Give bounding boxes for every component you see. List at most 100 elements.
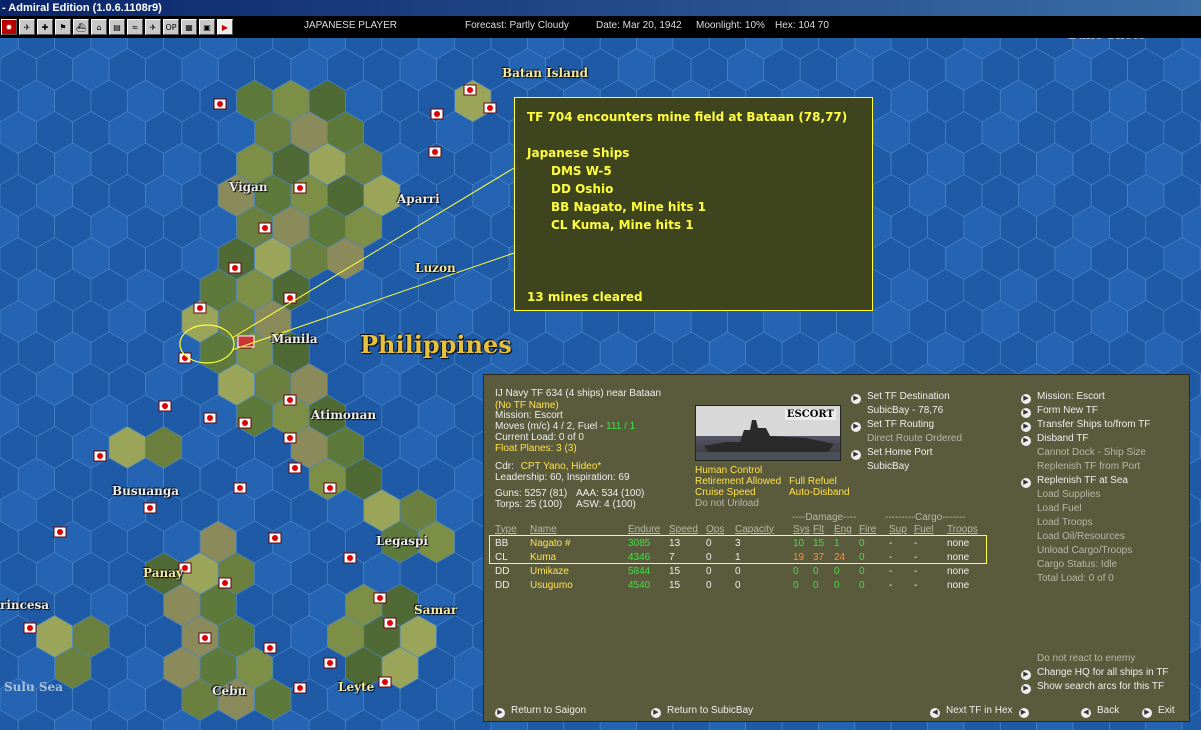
base-marker-icon[interactable] [343, 552, 357, 564]
tf-command-item[interactable]: ▶ Show search arcs for this TF [1021, 680, 1169, 694]
tf-center-command[interactable]: ▶ Set TF Routing [851, 418, 962, 432]
base-marker-icon[interactable] [323, 657, 337, 669]
arrow-left-icon[interactable]: ◀ [930, 708, 940, 718]
tf-command-item[interactable]: ▶ Mission: Escort [1021, 390, 1150, 404]
base-marker-icon[interactable] [293, 682, 307, 694]
base-marker-icon[interactable] [378, 676, 392, 688]
units-icon[interactable]: ▤ [109, 19, 125, 35]
tf-command-item: Load Troops [1021, 516, 1150, 530]
base-marker-icon[interactable] [483, 102, 497, 114]
next-tf-label: Next TF in Hex [946, 705, 1013, 716]
tf-center-command[interactable]: ▶ Set TF Destination [851, 390, 962, 404]
moonlight: Moonlight: 10% [696, 20, 765, 31]
fleet-icon[interactable]: ≈ [127, 19, 143, 35]
arrow-right-icon: ▶ [1021, 394, 1031, 404]
mission-image: ESCORT [695, 405, 841, 461]
tf-center-command[interactable]: ▶ Set Home Port [851, 446, 962, 460]
ship-icon[interactable]: ⛴ [73, 19, 89, 35]
base-marker-icon[interactable] [288, 462, 302, 474]
flag-icon[interactable]: ⚑ [55, 19, 71, 35]
map-place-label: Aparri [397, 192, 440, 206]
base-marker-icon[interactable] [228, 262, 242, 274]
ship-cell-sup: - [889, 579, 893, 591]
column-header: Fuel [914, 523, 934, 535]
play-icon[interactable]: ▶ [217, 19, 233, 35]
tf-command-item[interactable]: ▶ Replenish TF at Sea [1021, 474, 1150, 488]
tf-fuel: 111 / 1 [606, 421, 636, 432]
base-marker-icon[interactable] [293, 182, 307, 194]
jp-flag-icon[interactable]: ✹ [1, 19, 17, 35]
tf-command-item[interactable]: ▶ Form New TF [1021, 404, 1150, 418]
base-marker-icon[interactable] [23, 622, 37, 634]
save-icon[interactable]: ▣ [199, 19, 215, 35]
back-button[interactable]: ◀ Back [1081, 704, 1119, 718]
ground-icon[interactable]: ✚ [37, 19, 53, 35]
base-marker-icon[interactable] [238, 417, 252, 429]
ship-cell-sys: 0 [793, 579, 799, 591]
base-marker-icon[interactable] [430, 108, 444, 120]
base-marker-icon[interactable] [283, 292, 297, 304]
arrow-right-icon: ▶ [851, 422, 861, 432]
opt-human-control[interactable]: Human Control [695, 465, 762, 476]
command-label: Replenish TF at Sea [1037, 475, 1128, 486]
base-marker-icon[interactable] [198, 632, 212, 644]
return-saigon-button[interactable]: ▶ Return to Saigon [495, 704, 586, 718]
base-marker-icon[interactable] [213, 98, 227, 110]
opt-cruise-speed[interactable]: Cruise Speed [695, 487, 756, 498]
base-marker-icon[interactable] [233, 482, 247, 494]
command-label: Do not react to enemy [1037, 653, 1136, 664]
opt-auto-disband[interactable]: Auto-Disband [789, 487, 850, 498]
plane-icon[interactable]: ✈ [19, 19, 35, 35]
toolbar: ✹ ✈ ✚ ⚑ ⛴ ⌂ ▤ ≈ ✈ OP ▦ ▣ ▶ JAPANESE PLAYER Forecast:… [0, 16, 1201, 38]
command-label: Cargo Status: Idle [1037, 559, 1118, 570]
base-marker-icon[interactable] [323, 482, 337, 494]
report-footer: 13 mines cleared [527, 290, 643, 304]
column-header: Capacity [735, 523, 774, 535]
stats-icon[interactable]: ▦ [181, 19, 197, 35]
base-marker-icon[interactable] [158, 400, 172, 412]
base-marker-icon[interactable] [93, 450, 107, 462]
op-icon[interactable]: OP [163, 19, 179, 35]
return-subicbay-button[interactable]: ▶ Return to SubicBay [651, 704, 753, 718]
opt-full-refuel[interactable]: Full Refuel [789, 476, 837, 487]
base-marker-icon[interactable] [263, 642, 277, 654]
cdr-name[interactable]: CPT Yano, Hideo* [521, 461, 602, 472]
map-place-label: Cebu [212, 684, 247, 698]
player-side: JAPANESE PLAYER [304, 20, 397, 31]
base-marker-icon[interactable] [428, 146, 442, 158]
base-marker-icon[interactable] [383, 617, 397, 629]
ship-row[interactable]: DD Usugumo 4540 15 0 0 0 0 0 0 - - none [495, 578, 987, 592]
base-marker-icon[interactable] [218, 577, 232, 589]
ship-cell-speed: 15 [669, 565, 681, 577]
tf-command-item[interactable]: ▶ Change HQ for all ships in TF [1021, 666, 1169, 680]
next-tf-in-hex-button[interactable]: ◀ Next TF in Hex ▶ [930, 704, 1035, 718]
base-marker-icon[interactable] [283, 394, 297, 406]
report-ship: DD Oshio [551, 182, 614, 196]
map-place-label: Sulu Sea [4, 680, 63, 694]
map-place-label: Batan Island [502, 66, 588, 80]
base-marker-icon[interactable] [143, 502, 157, 514]
base-marker-icon[interactable] [373, 592, 387, 604]
base-marker-icon[interactable] [283, 432, 297, 444]
ship-cell-name[interactable]: Usugumo [530, 578, 628, 592]
base-icon[interactable]: ⌂ [91, 19, 107, 35]
base-marker-icon[interactable] [203, 412, 217, 424]
opt-retirement[interactable]: Retirement Allowed [695, 476, 781, 487]
tf-moves: Moves (m/c) 4 / 2, Fuel - 111 / 1 [495, 421, 635, 432]
base-marker-icon[interactable] [53, 526, 67, 538]
arrow-right-icon[interactable]: ▶ [1018, 708, 1029, 718]
tf-command-item[interactable]: ▶ Transfer Ships to/from TF [1021, 418, 1150, 432]
ship-cell-name[interactable]: Umikaze [530, 564, 628, 578]
exit-button[interactable]: ▶ Exit [1142, 704, 1175, 718]
base-marker-icon[interactable] [258, 222, 272, 234]
aircraft-icon[interactable]: ✈ [145, 19, 161, 35]
ship-table-header: Type Name Endure Speed Ops Capacity Sys Flt Eng F… [495, 522, 987, 536]
command-label: Load Supplies [1037, 489, 1101, 500]
column-header: Sup [889, 523, 907, 535]
base-marker-icon[interactable] [463, 84, 477, 96]
base-marker-icon[interactable] [193, 302, 207, 314]
base-marker-icon[interactable] [268, 532, 282, 544]
ship-row[interactable]: DD Umikaze 5844 15 0 0 0 0 0 0 - - none [495, 564, 987, 578]
tf-command-item[interactable]: ▶ Disband TF [1021, 432, 1150, 446]
tf-float-planes[interactable]: Float Planes: 3 (3) [495, 443, 577, 454]
